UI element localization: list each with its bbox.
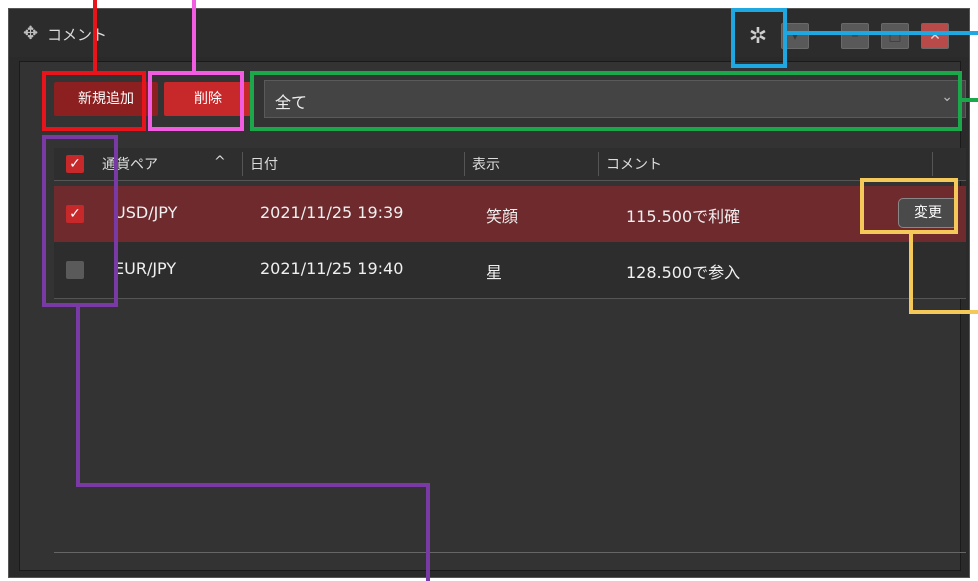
callout-filter bbox=[250, 71, 962, 131]
close-button[interactable]: ✕ bbox=[921, 23, 949, 49]
callout-line-yellow-v bbox=[909, 234, 913, 314]
content-panel: 新規追加 削除 全て ⌄ ✓ 通貨ペア ^ 日付 表示 コメント ✓ USD/J… bbox=[19, 61, 966, 571]
callout-line-green bbox=[962, 98, 978, 102]
comment-window: ✥ コメント ✲ ▾ – □ ✕ 新規追加 削除 全て ⌄ ✓ 通貨ペア ^ 日… bbox=[0, 0, 978, 581]
cell-comment: 115.500で利確 bbox=[626, 207, 741, 226]
column-divider bbox=[932, 152, 933, 176]
header-display[interactable]: 表示 bbox=[472, 154, 500, 174]
callout-line-purple-h bbox=[76, 483, 430, 487]
callout-line-pink bbox=[192, 0, 196, 71]
callout-checkboxes bbox=[42, 135, 118, 307]
minimize-button[interactable]: – bbox=[841, 23, 869, 49]
window-title: コメント bbox=[47, 26, 108, 44]
cell-display: 星 bbox=[486, 263, 503, 282]
callout-line-blue bbox=[787, 31, 978, 35]
callout-line-purple-v2 bbox=[426, 483, 430, 581]
callout-add-button bbox=[42, 71, 146, 131]
cell-display: 笑顔 bbox=[486, 207, 519, 226]
table-bottom-divider bbox=[54, 552, 966, 553]
callout-line-yellow-h bbox=[909, 310, 978, 314]
column-divider bbox=[598, 152, 599, 176]
column-divider bbox=[242, 152, 243, 176]
cell-date: 2021/11/25 19:40 bbox=[260, 259, 404, 278]
callout-delete-button bbox=[148, 71, 244, 131]
table-row[interactable]: ✓ USD/JPY 2021/11/25 19:39 笑顔 115.500で利確… bbox=[54, 186, 966, 242]
maximize-button[interactable]: □ bbox=[881, 23, 909, 49]
table-row[interactable]: EUR/JPY 2021/11/25 19:40 星 128.500で参入 bbox=[54, 242, 966, 299]
table-header: ✓ 通貨ペア ^ 日付 表示 コメント bbox=[54, 148, 966, 181]
move-icon[interactable]: ✥ bbox=[23, 23, 38, 44]
cell-comment: 128.500で参入 bbox=[626, 263, 741, 282]
header-date[interactable]: 日付 bbox=[250, 154, 278, 174]
header-comment[interactable]: コメント bbox=[606, 154, 662, 174]
column-divider bbox=[464, 152, 465, 176]
callout-settings bbox=[731, 8, 787, 68]
callout-edit-button bbox=[860, 178, 958, 234]
sort-indicator-icon: ^ bbox=[214, 154, 226, 170]
cell-pair: EUR/JPY bbox=[114, 259, 177, 278]
cell-pair: USD/JPY bbox=[114, 203, 178, 222]
cell-date: 2021/11/25 19:39 bbox=[260, 203, 404, 222]
callout-line-purple-v1 bbox=[76, 307, 80, 487]
callout-line-red bbox=[93, 0, 97, 71]
